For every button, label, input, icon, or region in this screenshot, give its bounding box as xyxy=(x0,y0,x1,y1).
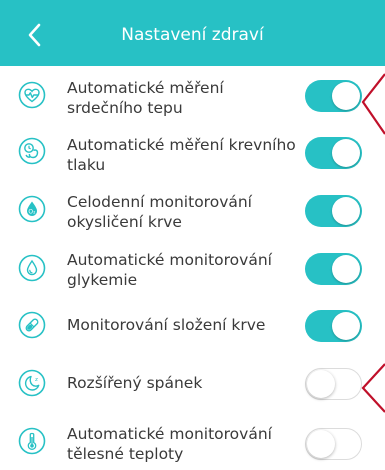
thermometer-icon xyxy=(18,427,46,455)
setting-row-blood-glucose: Automatické monitorování glykemie xyxy=(0,238,385,296)
chevron-left-icon[interactable] xyxy=(24,22,46,48)
sleep-icon: z xyxy=(18,369,46,397)
toggle-knob xyxy=(332,139,360,167)
blood-composition-toggle[interactable] xyxy=(305,310,362,342)
setting-row-blood-composition: Monitorování složení krve xyxy=(0,296,385,354)
blood-composition-icon xyxy=(18,311,46,339)
svg-text:O₂: O₂ xyxy=(28,208,36,215)
toggle-knob xyxy=(332,82,360,110)
setting-label: Monitorování složení krve xyxy=(67,316,266,334)
setting-row-blood-oxygen: O₂ Celodenní monitorování okysličení krv… xyxy=(0,180,385,238)
setting-label: Automatické měření krevního tlaku xyxy=(67,136,296,174)
body-temperature-toggle[interactable] xyxy=(305,428,362,460)
blood-oxygen-icon: O₂ xyxy=(18,195,46,223)
toggle-knob xyxy=(332,312,360,340)
svg-text:z: z xyxy=(35,377,38,383)
blood-oxygen-toggle[interactable] xyxy=(305,195,362,227)
setting-label: Celodenní monitorování okysličení krve xyxy=(67,193,252,231)
blood-glucose-toggle[interactable] xyxy=(305,253,362,285)
toggle-knob xyxy=(332,197,360,225)
setting-row-blood-pressure: Automatické měření krevního tlaku xyxy=(0,123,385,180)
toggle-knob xyxy=(307,369,335,398)
setting-label: Automatické monitorování glykemie xyxy=(67,251,272,289)
setting-label: Automatické monitorování tělesné teploty xyxy=(67,425,272,463)
heart-rate-toggle[interactable] xyxy=(305,80,362,112)
app-header: Nastavení zdraví xyxy=(0,0,385,66)
heart-rate-icon xyxy=(18,81,46,109)
sleep-toggle[interactable] xyxy=(305,368,362,400)
setting-row-sleep: z Rozšířený spánek xyxy=(0,354,385,412)
setting-row-heart-rate: Automatické měření srdečního tepu xyxy=(0,66,385,123)
toggle-knob xyxy=(332,255,360,283)
blood-pressure-toggle[interactable] xyxy=(305,137,362,169)
setting-label: Automatické měření srdečního tepu xyxy=(67,79,224,117)
setting-label: Rozšířený spánek xyxy=(67,374,203,392)
blood-pressure-icon xyxy=(18,137,46,165)
toggle-knob xyxy=(307,429,335,458)
setting-row-body-temperature: Automatické monitorování tělesné teploty xyxy=(0,412,385,470)
page-title: Nastavení zdraví xyxy=(121,25,264,45)
blood-glucose-icon xyxy=(18,254,46,282)
